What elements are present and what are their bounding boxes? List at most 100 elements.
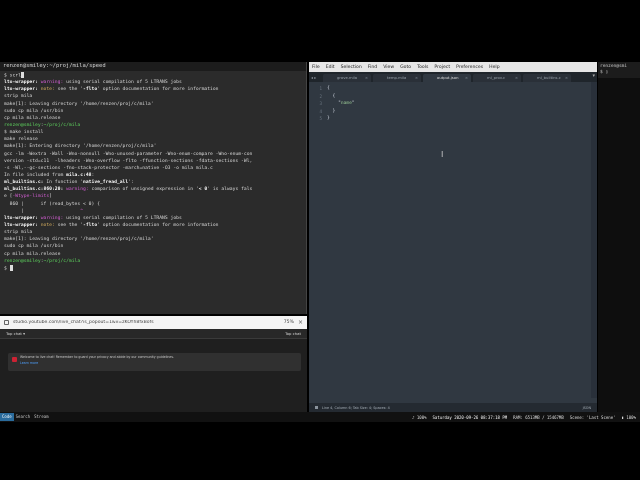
tab-label: ml_prov.c bbox=[487, 75, 506, 80]
terminal-line: $ bbox=[4, 264, 302, 272]
terminal-text: lto-wrapper: bbox=[4, 87, 41, 93]
terminal-line: strip mila bbox=[4, 229, 302, 236]
terminal-output[interactable]: $ scrl lto-wrapper: warning: using serial… bbox=[0, 71, 306, 273]
terminal-text: ml_builtins.c: bbox=[4, 180, 44, 186]
terminal-text: 860 | if (read_bytes < 0) { bbox=[4, 201, 100, 207]
terminal-text: $ make install bbox=[4, 130, 44, 136]
url-text[interactable]: studio.youtube.com/live_chat?is_popout=1… bbox=[13, 320, 280, 325]
scrollbar[interactable] bbox=[591, 82, 597, 398]
menu-bar: File Edit Selection Find View Goto Tools Projec… bbox=[309, 62, 597, 72]
menu-item-project[interactable]: Project bbox=[434, 65, 450, 70]
side-terminal[interactable]: renzen@smi $ ▯ bbox=[598, 62, 640, 412]
terminal-text: strip mila bbox=[4, 230, 33, 236]
terminal-line: lto-wrapper: note: see the '-flto' optio… bbox=[4, 222, 302, 229]
tab-label: temp.mila bbox=[387, 75, 407, 80]
address-bar[interactable]: studio.youtube.com/live_chat?is_popout=1… bbox=[0, 316, 307, 329]
code-text: " bbox=[327, 101, 341, 107]
menu-item-goto[interactable]: Goto bbox=[400, 65, 411, 70]
tab-temp-mila[interactable]: temp.mila × bbox=[373, 74, 421, 82]
terminal-line: lto-wrapper: warning: using serial compi… bbox=[4, 215, 302, 222]
close-tab-icon[interactable]: × bbox=[565, 74, 568, 82]
terminal-window[interactable]: renzen@smiley:~/proj/mila/speed $ scrl lt… bbox=[0, 62, 307, 314]
close-tab-icon[interactable]: × bbox=[465, 74, 468, 82]
terminal-text: -flto bbox=[83, 87, 98, 93]
terminal-line: $ scrl bbox=[4, 72, 302, 79]
menu-item-tools[interactable]: Tools bbox=[417, 65, 428, 70]
chat-header: Top chat ▾ Top chat bbox=[0, 329, 307, 339]
terminal-line: e [-Wtype-limits] bbox=[4, 193, 302, 200]
code-string: name bbox=[340, 101, 352, 107]
editor-window[interactable]: File Edit Selection Find View Goto Tools Projec… bbox=[309, 62, 597, 412]
menu-item-edit[interactable]: Edit bbox=[326, 65, 335, 70]
terminal-text: ^ bbox=[80, 208, 84, 214]
terminal-text: | bbox=[4, 208, 81, 214]
code-line: { bbox=[327, 86, 330, 91]
terminal-line: sudo cp mila /usr/bin bbox=[4, 243, 302, 250]
terminal-text: -Wtype-limits bbox=[12, 194, 50, 200]
terminal-text: comparison of unsigned expression in ' bbox=[91, 187, 199, 193]
chat-mode-dropdown[interactable]: Top chat ▾ bbox=[6, 331, 25, 336]
tab-grove-mila[interactable]: grove.mila × bbox=[323, 74, 371, 82]
terminal-title: renzen@smiley:~/proj/mila/speed bbox=[0, 62, 306, 71]
tab-nav-arrows[interactable]: ◂ ▸ bbox=[311, 74, 321, 82]
menu-item-preferences[interactable]: Preferences bbox=[456, 65, 483, 70]
close-icon[interactable]: × bbox=[298, 319, 303, 326]
terminal-text: ' is always fals bbox=[207, 187, 253, 193]
top-chat-menu[interactable]: Top chat bbox=[285, 331, 301, 336]
tab-ml-prov-c[interactable]: ml_prov.c × bbox=[473, 74, 521, 82]
code-text: " bbox=[351, 101, 355, 107]
tab-ml-builtins-c[interactable]: ml_builtins.c × bbox=[523, 74, 571, 82]
menu-item-help[interactable]: Help bbox=[489, 65, 499, 70]
terminal-line: -s -Wl,--gc-sections -fno-stack-protecto… bbox=[4, 165, 302, 172]
youtube-icon bbox=[12, 357, 17, 362]
terminal-text: make[1]: Leaving directory '/home/renzen… bbox=[4, 237, 154, 243]
terminal-line: 860 | if (read_bytes < 0) { bbox=[4, 201, 302, 208]
close-tab-icon[interactable]: × bbox=[365, 74, 368, 82]
battery-icon: ▮ bbox=[621, 414, 624, 420]
menu-item-selection[interactable]: Selection bbox=[341, 65, 362, 70]
tab-label: ml_builtins.c bbox=[537, 75, 561, 80]
terminal-line: renzen@smiley:~/proj/c/mila bbox=[4, 122, 302, 129]
tab-dropdown-icon[interactable]: ▾ bbox=[592, 73, 595, 79]
terminal-text: warning: bbox=[40, 80, 67, 86]
menu-item-file[interactable]: File bbox=[312, 65, 320, 70]
chat-popup-window[interactable]: studio.youtube.com/live_chat?is_popout=1… bbox=[0, 316, 307, 422]
menu-item-view[interactable]: View bbox=[383, 65, 394, 70]
terminal-line: strip mila bbox=[4, 93, 302, 100]
menu-item-find[interactable]: Find bbox=[368, 65, 377, 70]
volume[interactable]: ♪ 100% bbox=[412, 415, 426, 420]
terminal-text: In file included from bbox=[4, 172, 67, 178]
tab-output-json[interactable]: output.json × bbox=[423, 74, 471, 82]
volume-level: 100% bbox=[416, 414, 427, 420]
close-tab-icon[interactable]: × bbox=[415, 74, 418, 82]
panel-icon[interactable] bbox=[315, 405, 318, 409]
zoom-level[interactable]: 75% bbox=[284, 320, 294, 325]
syntax-mode[interactable]: JSON bbox=[583, 406, 591, 410]
code-line: { bbox=[327, 93, 336, 99]
workspace-list: Code Search Stream bbox=[0, 413, 51, 421]
terminal-line: $ make install bbox=[4, 129, 302, 136]
terminal-text: ~/proj/c/mila bbox=[43, 258, 81, 264]
workspace-search[interactable]: Search bbox=[14, 413, 32, 421]
desktop: renzen@smiley:~/proj/mila/speed $ scrl lt… bbox=[0, 62, 640, 422]
terminal-line: make release bbox=[4, 136, 302, 143]
close-tab-icon[interactable]: × bbox=[515, 74, 518, 82]
learn-more-link[interactable]: Learn more bbox=[20, 361, 297, 365]
terminal-text: ml_builtins.c:860:20: bbox=[4, 187, 67, 193]
terminal-text: using serial compilation of 5 LTRANS job… bbox=[66, 80, 182, 86]
terminal-text: warning: bbox=[40, 215, 67, 221]
terminal-text: lto-wrapper: bbox=[4, 215, 41, 221]
terminal-text: see the ' bbox=[57, 87, 84, 93]
workspace-stream[interactable]: Stream bbox=[32, 413, 50, 421]
terminal-text: < 0 bbox=[198, 187, 208, 193]
terminal-text: scrl bbox=[9, 73, 21, 79]
code-text: { bbox=[327, 93, 336, 99]
workspace-code[interactable]: Code bbox=[0, 413, 14, 421]
terminal-line: cp mila mila.release bbox=[4, 251, 302, 258]
line-number: 3 bbox=[319, 101, 322, 107]
line-number: 2 bbox=[319, 93, 322, 99]
terminal-text: using serial compilation of 5 LTRANS job… bbox=[66, 215, 182, 221]
terminal-text: ~/proj/c/mila bbox=[43, 122, 81, 128]
terminal-text: ': bbox=[128, 180, 134, 186]
tab-label: output.json bbox=[437, 75, 459, 80]
